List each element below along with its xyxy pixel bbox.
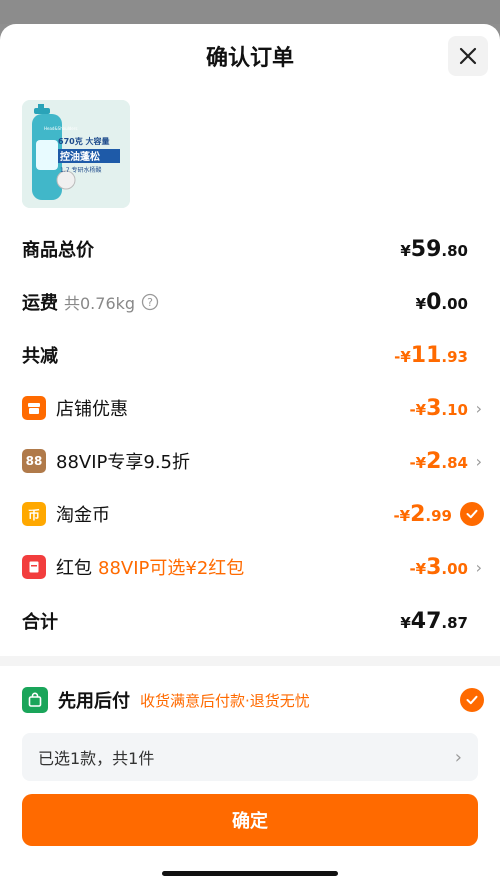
close-icon: [459, 47, 477, 65]
svg-text:?: ?: [147, 296, 153, 309]
selected-items-text: 已选1款，共1件: [38, 749, 155, 768]
order-confirm-sheet: 确认订单 670克 大容量 控油蓬松 1.7 专研水杨酸 Head&Should…: [0, 24, 500, 889]
store-icon: [22, 396, 46, 420]
page-title: 确认订单: [205, 46, 294, 71]
pay-later-label: 先用后付: [58, 691, 130, 712]
store-discount-amount: -¥ 3.10: [409, 395, 468, 421]
shampoo-image: 670克 大容量 控油蓬松 1.7 专研水杨酸 Head&Shoulders: [22, 100, 130, 208]
pay-later-row[interactable]: 先用后付 收货满意后付款·退货无忧: [22, 684, 484, 716]
check-icon: [466, 695, 478, 705]
red-packet-label: 红包: [56, 558, 92, 579]
vip-discount-label: 88VIP专享9.5折: [56, 452, 191, 473]
badge-line3-suffix: 专研水杨酸: [71, 166, 101, 174]
brand-text: Head&Shoulders: [44, 126, 77, 131]
coin-check-toggle[interactable]: [460, 502, 484, 526]
total-label: 合计: [22, 612, 58, 633]
shipping-amount: ¥0.00: [415, 289, 468, 315]
red-packet-amount: -¥ 3.00: [409, 554, 468, 580]
selected-items-bar[interactable]: 已选1款，共1件 ›: [22, 733, 478, 781]
badge-line1: 670克 大容量: [58, 136, 109, 146]
chevron-right-icon: ›: [454, 746, 462, 768]
close-button[interactable]: [448, 36, 488, 76]
total-amount: ¥47.87: [400, 608, 468, 634]
coin-discount-row[interactable]: 币 淘金币 -¥ 2.99: [22, 494, 484, 534]
dimmed-background: [0, 0, 500, 24]
discount-total-row: 共减 -¥ 11.93: [22, 335, 482, 375]
vip88-icon: 88: [22, 449, 46, 473]
goods-total-amount: ¥59.80: [400, 236, 468, 262]
goods-total-label: 商品总价: [22, 240, 94, 261]
coin-discount-amount: -¥ 2.99: [393, 501, 452, 527]
check-icon: [466, 509, 478, 519]
confirm-button[interactable]: 确定: [22, 794, 478, 846]
badge-line3: 1.7: [60, 167, 70, 174]
vip-discount-row[interactable]: 88 88VIP专享9.5折 -¥ 2.84 ›: [22, 441, 482, 481]
coin-icon: 币: [22, 502, 46, 526]
product-thumbnail[interactable]: 670克 大容量 控油蓬松 1.7 专研水杨酸 Head&Shoulders: [22, 100, 130, 208]
discount-total-amount: -¥ 11.93: [394, 342, 468, 368]
shipping-weight: 共0.76kg: [64, 294, 136, 313]
shopping-bag-icon: [22, 687, 48, 713]
help-icon[interactable]: ?: [141, 293, 159, 311]
store-discount-row[interactable]: 店铺优惠 -¥ 3.10 ›: [22, 388, 482, 428]
total-row: 合计 ¥47.87: [22, 601, 482, 641]
discount-total-label: 共减: [22, 346, 58, 367]
pay-later-check-toggle[interactable]: [460, 688, 484, 712]
coin-discount-label: 淘金币: [56, 505, 110, 526]
goods-total-row: 商品总价 ¥59.80: [22, 229, 482, 269]
chevron-right-icon: ›: [475, 398, 482, 418]
shipping-row: 运费 共0.76kg ? ¥0.00: [22, 282, 482, 322]
store-discount-label: 店铺优惠: [56, 399, 128, 420]
vip-discount-amount: -¥ 2.84: [409, 448, 468, 474]
section-divider: [0, 656, 500, 666]
svg-text:1.7 专研水杨酸: 1.7 专研水杨酸: [60, 166, 101, 174]
chevron-right-icon: ›: [475, 557, 482, 577]
shipping-label: 运费: [22, 293, 58, 314]
red-packet-icon: [22, 555, 46, 579]
home-indicator: [162, 871, 338, 876]
chevron-right-icon: ›: [475, 451, 482, 471]
pay-later-tag: 收货满意后付款·退货无忧: [140, 691, 310, 710]
red-packet-promo: 88VIP可选¥2红包: [98, 558, 245, 579]
badge-line2: 控油蓬松: [60, 150, 100, 163]
red-packet-row[interactable]: 红包 88VIP可选¥2红包 -¥ 3.00 ›: [22, 547, 482, 587]
